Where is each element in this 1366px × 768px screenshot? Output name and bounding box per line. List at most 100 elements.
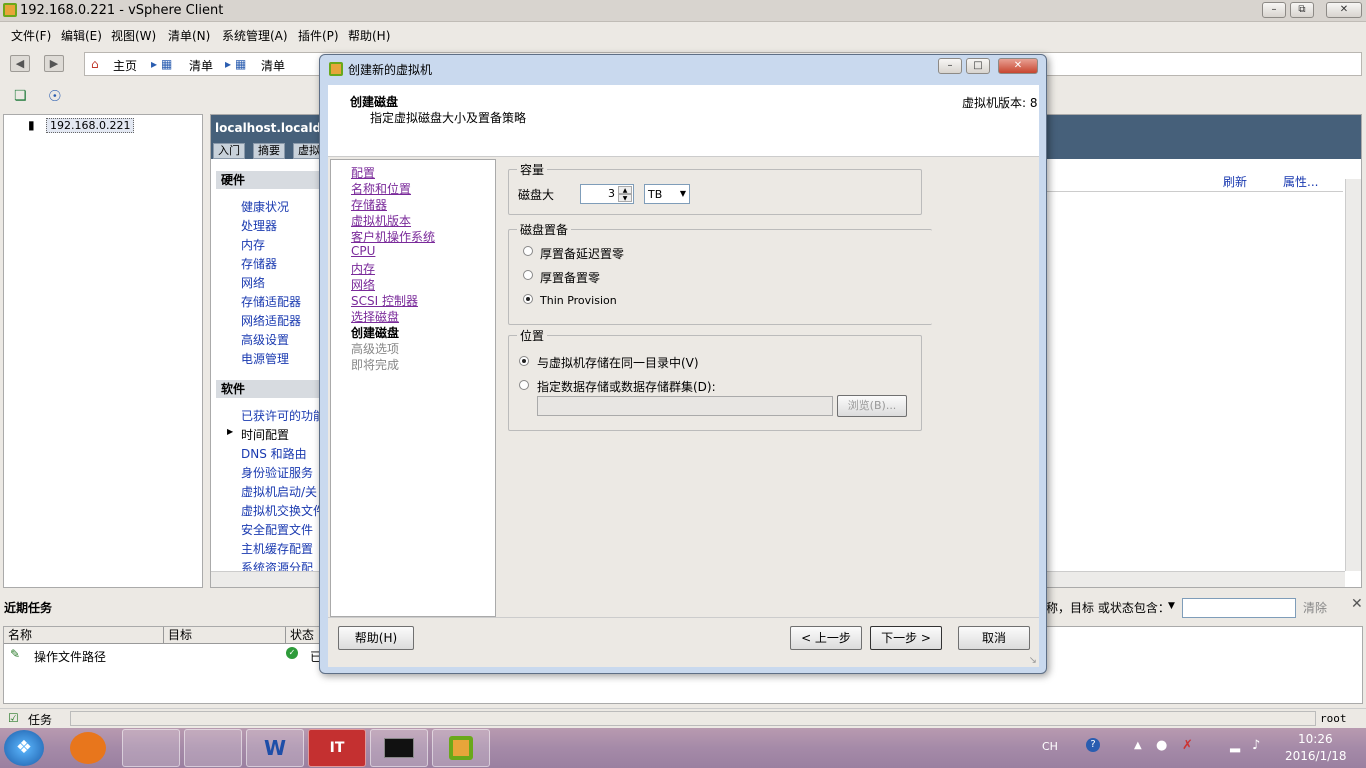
sw-dns-routing[interactable]: DNS 和路由 [241, 445, 307, 462]
menu-inventory[interactable]: 清单(N) [168, 27, 210, 44]
close-tasks-icon[interactable]: ✕ [1351, 596, 1363, 612]
hw-network[interactable]: 网络 [241, 274, 265, 291]
step-network[interactable]: 网络 [351, 276, 375, 293]
column-target[interactable]: 目标 [164, 627, 286, 644]
datastore-path-input[interactable] [537, 396, 833, 416]
breadcrumb-home[interactable]: 主页 [113, 57, 137, 74]
sw-vm-swapfile[interactable]: 虚拟机交换文件 [241, 502, 325, 519]
tab-getting-started[interactable]: 入门 [213, 143, 245, 159]
disk-unit-select[interactable]: TB ▼ [644, 184, 690, 204]
minimize-button[interactable]: – [1262, 2, 1286, 18]
sw-authentication[interactable]: 身份验证服务 [241, 464, 313, 481]
dialog-minimize-button[interactable]: – [938, 58, 962, 74]
menu-plugins[interactable]: 插件(P) [298, 27, 339, 44]
tab-summary[interactable]: 摘要 [253, 143, 285, 159]
control-panel-taskbar-icon[interactable] [184, 729, 242, 767]
maximize-button[interactable]: ⧉ [1290, 2, 1314, 18]
filter-input[interactable] [1182, 598, 1296, 618]
hw-network-adapters[interactable]: 网络适配器 [241, 312, 301, 329]
sw-security-profile[interactable]: 安全配置文件 [241, 521, 313, 538]
step-storage[interactable]: 存储器 [351, 196, 387, 213]
menu-file[interactable]: 文件(F) [11, 27, 51, 44]
show-hidden-icons-icon[interactable]: ▲ [1134, 740, 1142, 751]
hw-storage[interactable]: 存储器 [241, 255, 277, 272]
radio-thin-provision[interactable] [523, 294, 533, 304]
cancel-button[interactable]: 取消 [958, 626, 1030, 650]
properties-link[interactable]: 属性... [1283, 173, 1318, 190]
chevron-down-icon[interactable]: ▼ [680, 189, 686, 198]
spinner-up-icon[interactable]: ▲ [618, 186, 632, 194]
thick-lazy-label[interactable]: 厚置备延迟置零 [540, 245, 624, 262]
sw-time-configuration[interactable]: 时间配置 [241, 426, 289, 443]
resize-grip-icon[interactable]: ↘ [1029, 655, 1037, 666]
volume-icon[interactable]: ♪ [1252, 738, 1260, 753]
add-host-icon[interactable]: ❏ [14, 88, 27, 104]
clock-date[interactable]: 2016/1/18 [1285, 749, 1347, 763]
word-taskbar-icon[interactable]: W [246, 729, 304, 767]
column-name[interactable]: 名称 [4, 627, 164, 644]
dialog-maximize-button[interactable]: □ [966, 58, 990, 74]
step-select-disk[interactable]: 选择磁盘 [351, 308, 399, 325]
hw-power-management[interactable]: 电源管理 [241, 350, 289, 367]
add-datacenter-icon[interactable]: ☉ [48, 87, 61, 105]
spinner-down-icon[interactable]: ▼ [618, 194, 632, 202]
qq-tray-icon[interactable]: ● [1156, 738, 1167, 753]
vsphere-taskbar-icon[interactable] [432, 729, 490, 767]
specify-datastore-label[interactable]: 指定数据存储或数据存储群集(D): [537, 378, 716, 395]
clear-button[interactable]: 清除 [1303, 599, 1327, 616]
it-app-taskbar-icon[interactable]: IT [308, 729, 366, 767]
breadcrumb-inventory[interactable]: 清单 [189, 57, 213, 74]
tasks-label[interactable]: 任务 [28, 711, 52, 728]
vertical-scrollbar[interactable] [1345, 179, 1361, 571]
signal-icon[interactable]: ▂ [1230, 738, 1240, 753]
sw-host-cache[interactable]: 主机缓存配置 [241, 540, 313, 557]
step-scsi-controller[interactable]: SCSI 控制器 [351, 292, 418, 309]
filter-dropdown-icon[interactable]: ▼ [1168, 601, 1175, 611]
browser-icon[interactable] [70, 732, 106, 764]
step-configuration[interactable]: 配置 [351, 164, 375, 181]
refresh-link[interactable]: 刷新 [1223, 173, 1247, 190]
forward-arrow-icon[interactable]: ▶ [44, 55, 64, 72]
same-directory-label[interactable]: 与虚拟机存储在同一目录中(V) [537, 354, 699, 371]
thin-provision-label[interactable]: Thin Provision [540, 294, 617, 307]
cmd-taskbar-icon[interactable] [370, 729, 428, 767]
menu-administration[interactable]: 系统管理(A) [222, 27, 288, 44]
disk-size-spinner[interactable]: 3 ▲ ▼ [580, 184, 634, 204]
step-name-location[interactable]: 名称和位置 [351, 180, 411, 197]
step-memory[interactable]: 内存 [351, 260, 375, 277]
explorer-taskbar-icon[interactable] [122, 729, 180, 767]
back-button[interactable]: < 上一步 [790, 626, 862, 650]
help-button[interactable]: 帮助(H) [338, 626, 414, 650]
menu-help[interactable]: 帮助(H) [348, 27, 390, 44]
disk-size-value[interactable]: 3 [608, 187, 615, 200]
step-cpu[interactable]: CPU [351, 244, 375, 258]
dialog-close-button[interactable]: ✕ [998, 58, 1038, 74]
thick-eager-label[interactable]: 厚置备置零 [540, 269, 600, 286]
home-icon[interactable]: ⌂ [91, 57, 99, 71]
step-guest-os[interactable]: 客户机操作系统 [351, 228, 435, 245]
tree-item-host[interactable]: 192.168.0.221 [46, 118, 135, 133]
close-button[interactable]: ✕ [1326, 2, 1362, 18]
hw-storage-adapters[interactable]: 存储适配器 [241, 293, 301, 310]
hw-memory[interactable]: 内存 [241, 236, 265, 253]
task-name[interactable]: 操作文件路径 [34, 648, 106, 665]
radio-same-directory[interactable] [519, 356, 529, 366]
next-button[interactable]: 下一步 > [870, 626, 942, 650]
step-vm-version[interactable]: 虚拟机版本 [351, 212, 411, 229]
help-tray-icon[interactable]: ? [1086, 738, 1100, 752]
browse-button[interactable]: 浏览(B)... [837, 395, 907, 417]
sw-licensed-features[interactable]: 已获许可的功能 [241, 407, 325, 424]
menu-edit[interactable]: 编辑(E) [61, 27, 102, 44]
hw-advanced-settings[interactable]: 高级设置 [241, 331, 289, 348]
clock-time[interactable]: 10:26 [1298, 732, 1333, 746]
menu-view[interactable]: 视图(W) [111, 27, 156, 44]
breadcrumb-inventory-2[interactable]: 清单 [261, 57, 285, 74]
hw-processor[interactable]: 处理器 [241, 217, 277, 234]
radio-specify-datastore[interactable] [519, 380, 529, 390]
radio-thick-eager[interactable] [523, 270, 533, 280]
start-button-icon[interactable]: ❖ [4, 730, 44, 766]
back-arrow-icon[interactable]: ◀ [10, 55, 30, 72]
radio-thick-lazy[interactable] [523, 246, 533, 256]
input-language[interactable]: CH [1042, 740, 1058, 753]
sw-vm-startup[interactable]: 虚拟机启动/关 [241, 483, 317, 500]
